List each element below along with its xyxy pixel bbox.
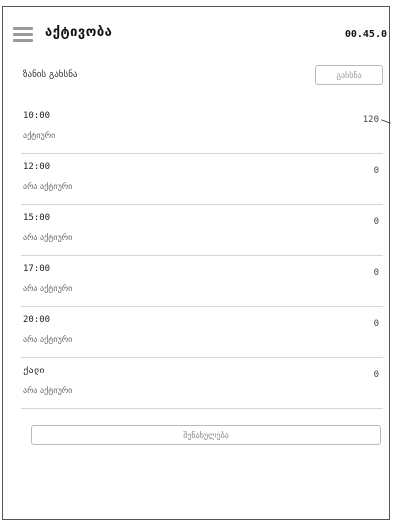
price-row: ზანის გახსნა გახსნა [3, 61, 389, 89]
open-button[interactable]: გახსნა [315, 65, 383, 85]
slot-row[interactable]: 10:00 აქტიური 120 [21, 103, 391, 154]
slot-row[interactable]: 12:00 არა აქტიური 0 [21, 154, 383, 205]
pointer-line-icon [381, 119, 391, 124]
slot-time: ქალი [23, 366, 45, 376]
slot-row[interactable]: 15:00 არა აქტიური 0 [21, 205, 383, 256]
slot-time: 17:00 [23, 264, 51, 274]
slot-row[interactable]: 17:00 არა აქტიური 0 [21, 256, 383, 307]
slot-status: არა აქტიური [23, 335, 73, 344]
slot-status: არა აქტიური [23, 233, 73, 242]
slot-time: 15:00 [23, 213, 51, 223]
slot-time: 10:00 [23, 111, 51, 121]
slot-count: 0 [373, 166, 379, 176]
slot-count: 0 [373, 268, 379, 278]
slot-time: 20:00 [23, 315, 51, 325]
app-frame: აქტივობა 00.45.0 ზანის გახსნა გახსნა 10:… [2, 6, 391, 520]
slot-status: არა აქტიური [23, 386, 73, 395]
slot-row[interactable]: ქალი არა აქტიური 0 [21, 358, 383, 409]
hamburger-menu-icon[interactable] [13, 27, 33, 43]
price-label: ზანის გახსნა [23, 70, 78, 80]
save-button[interactable]: შენახულება [31, 425, 381, 445]
balance-readout: 00.45.0 [344, 29, 387, 40]
slot-count: 0 [373, 319, 379, 329]
page-title: აქტივობა [45, 25, 113, 40]
slot-count: 120 [362, 115, 379, 125]
app-header: აქტივობა 00.45.0 [3, 7, 389, 55]
slot-list: 10:00 აქტიური 120 12:00 არა აქტიური 0 15… [21, 103, 391, 409]
slot-status: არა აქტიური [23, 182, 73, 191]
slot-time: 12:00 [23, 162, 51, 172]
slot-row[interactable]: 20:00 არა აქტიური 0 [21, 307, 383, 358]
slot-count: 0 [373, 370, 379, 380]
slot-status: აქტიური [23, 131, 56, 140]
slot-status: არა აქტიური [23, 284, 73, 293]
slot-count: 0 [373, 217, 379, 227]
